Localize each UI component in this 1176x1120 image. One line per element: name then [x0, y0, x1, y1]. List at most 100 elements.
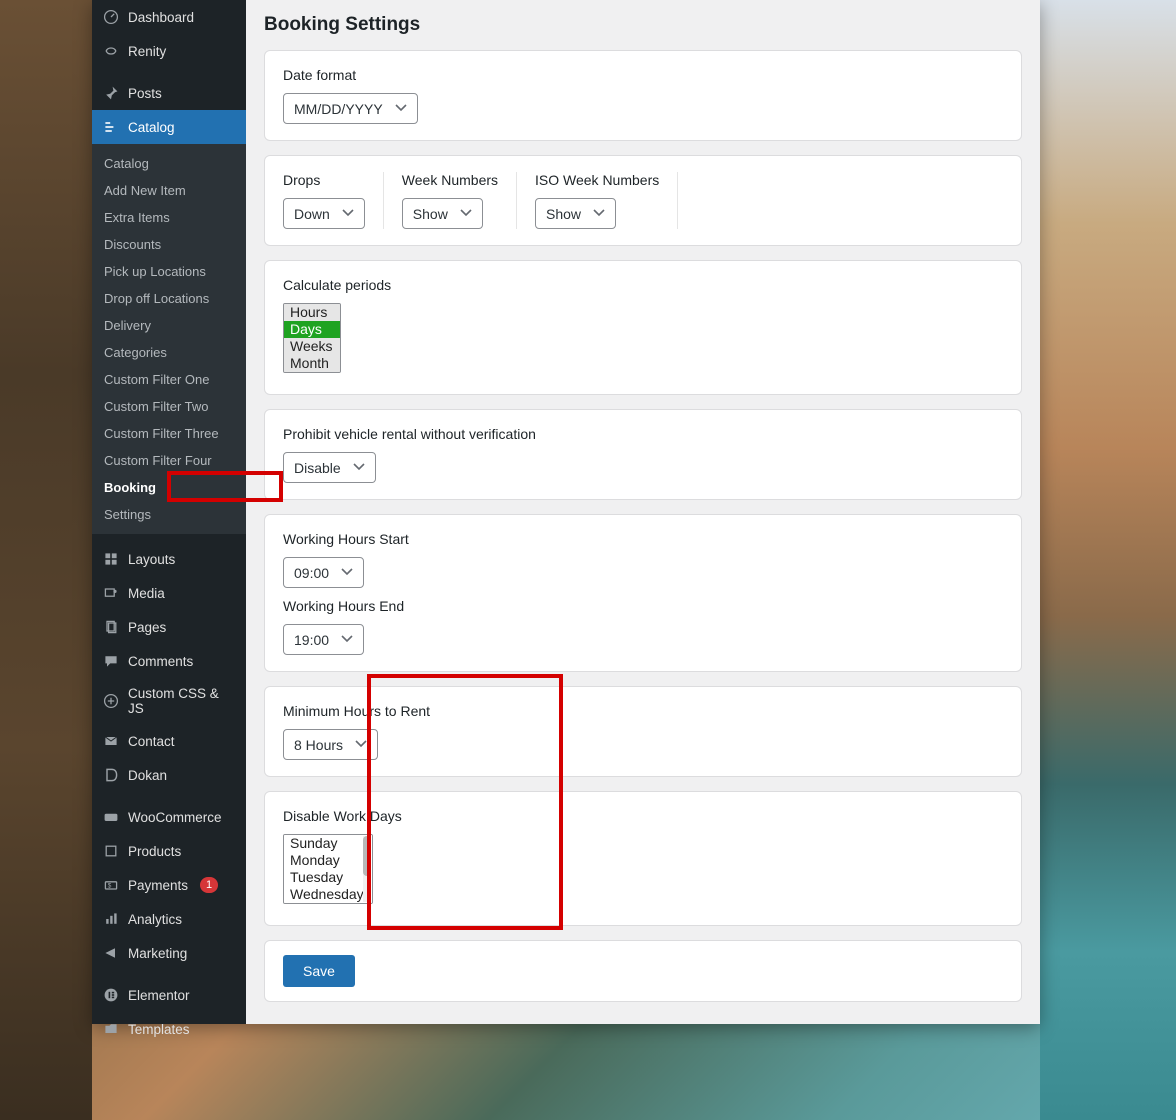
card-disable-days: Disable Work Days SundayMondayTuesdayWed… — [264, 791, 1022, 926]
sidebar-subitem-settings[interactable]: Settings — [92, 501, 246, 528]
scrollbar[interactable] — [363, 836, 371, 902]
sidebar-item-payments[interactable]: $Payments1 — [92, 868, 246, 902]
select-date-format[interactable]: MM/DD/YYYY — [283, 93, 418, 124]
sidebar-subitem-custom-filter-three[interactable]: Custom Filter Three — [92, 420, 246, 447]
select-week-numbers[interactable]: Show — [402, 198, 483, 229]
pages-icon — [102, 618, 120, 636]
sidebar-item-catalog[interactable]: Catalog — [92, 110, 246, 144]
sidebar-item-marketing[interactable]: Marketing — [92, 936, 246, 970]
select-iso-week-numbers[interactable]: Show — [535, 198, 616, 229]
card-week-options: Drops Down Week Numbers Show ISO Week Nu… — [264, 155, 1022, 246]
sidebar-item-label: Dashboard — [128, 10, 194, 25]
sidebar-item-label: Comments — [128, 654, 193, 669]
label-iso-week-numbers: ISO Week Numbers — [535, 172, 659, 188]
sidebar-subitem-discounts[interactable]: Discounts — [92, 231, 246, 258]
sidebar-item-label: Renity — [128, 44, 166, 59]
day-option-tuesday[interactable]: Tuesday — [284, 869, 372, 886]
select-hours-end[interactable]: 19:00 — [283, 624, 364, 655]
sidebar-item-label: Media — [128, 586, 165, 601]
sidebar-item-posts[interactable]: Posts — [92, 76, 246, 110]
period-option-days[interactable]: Days — [284, 321, 340, 338]
sidebar-item-label: Contact — [128, 734, 175, 749]
select-min-hours[interactable]: 8 Hours — [283, 729, 378, 760]
sidebar-item-analytics[interactable]: Analytics — [92, 902, 246, 936]
period-option-month[interactable]: Month — [284, 355, 340, 372]
chevron-down-icon — [351, 458, 367, 477]
sidebar-item-elementor[interactable]: Elementor — [92, 978, 246, 1012]
day-option-wednesday[interactable]: Wednesday — [284, 886, 372, 903]
chevron-down-icon — [591, 204, 607, 223]
analytics-icon — [102, 910, 120, 928]
chevron-down-icon — [458, 204, 474, 223]
templates-icon — [102, 1020, 120, 1038]
card-prohibit-verification: Prohibit vehicle rental without verifica… — [264, 409, 1022, 500]
sidebar-subitem-drop-off-locations[interactable]: Drop off Locations — [92, 285, 246, 312]
card-date-format: Date format MM/DD/YYYY — [264, 50, 1022, 141]
sidebar-subitem-delivery[interactable]: Delivery — [92, 312, 246, 339]
sidebar-item-custom-css-js[interactable]: Custom CSS & JS — [92, 678, 246, 724]
period-option-weeks[interactable]: Weeks — [284, 338, 340, 355]
content-area: Booking Settings Date format MM/DD/YYYY … — [246, 0, 1040, 1024]
select-value: Show — [546, 206, 581, 222]
sidebar-subitem-custom-filter-two[interactable]: Custom Filter Two — [92, 393, 246, 420]
select-value: Disable — [294, 460, 341, 476]
sidebar-item-media[interactable]: Media — [92, 576, 246, 610]
listbox-disable-days[interactable]: SundayMondayTuesdayWednesday — [283, 834, 373, 904]
chevron-down-icon — [353, 735, 369, 754]
day-option-sunday[interactable]: Sunday — [284, 835, 372, 852]
catalog-icon — [102, 118, 120, 136]
sidebar-subitem-custom-filter-four[interactable]: Custom Filter Four — [92, 447, 246, 474]
sidebar-subitem-booking[interactable]: Booking — [92, 474, 246, 501]
label-min-hours: Minimum Hours to Rent — [283, 703, 1003, 719]
sidebar-item-label: WooCommerce — [128, 810, 222, 825]
listbox-calculate-periods[interactable]: HoursDaysWeeksMonth — [283, 303, 341, 373]
sidebar-item-comments[interactable]: Comments — [92, 644, 246, 678]
sidebar-subitem-categories[interactable]: Categories — [92, 339, 246, 366]
sidebar-item-label: Posts — [128, 86, 162, 101]
select-hours-start[interactable]: 09:00 — [283, 557, 364, 588]
select-prohibit[interactable]: Disable — [283, 452, 376, 483]
label-calculate-periods: Calculate periods — [283, 277, 1003, 293]
save-button[interactable]: Save — [283, 955, 355, 987]
sidebar-item-products[interactable]: Products — [92, 834, 246, 868]
sidebar-item-renity[interactable]: Renity — [92, 34, 246, 68]
chevron-down-icon — [339, 563, 355, 582]
select-value: Down — [294, 206, 330, 222]
sidebar-item-layouts[interactable]: Layouts — [92, 542, 246, 576]
select-value: Show — [413, 206, 448, 222]
sidebar-subitem-add-new-item[interactable]: Add New Item — [92, 177, 246, 204]
sidebar-subitem-extra-items[interactable]: Extra Items — [92, 204, 246, 231]
select-drops[interactable]: Down — [283, 198, 365, 229]
sidebar-item-label: Payments — [128, 878, 188, 893]
sidebar-item-label: Products — [128, 844, 181, 859]
sidebar-item-dashboard[interactable]: Dashboard — [92, 0, 246, 34]
sidebar-item-woocommerce[interactable]: WooCommerce — [92, 800, 246, 834]
sidebar-item-label: Dokan — [128, 768, 167, 783]
label-hours-start: Working Hours Start — [283, 531, 1003, 547]
scrollbar-thumb[interactable] — [363, 836, 371, 876]
chevron-down-icon — [339, 630, 355, 649]
sidebar-item-dokan[interactable]: Dokan — [92, 758, 246, 792]
sidebar-item-templates[interactable]: Templates — [92, 1012, 246, 1046]
select-value: 19:00 — [294, 632, 329, 648]
label-prohibit: Prohibit vehicle rental without verifica… — [283, 426, 1003, 442]
marketing-icon — [102, 944, 120, 962]
sidebar-item-contact[interactable]: Contact — [92, 724, 246, 758]
chevron-down-icon — [393, 99, 409, 118]
period-option-hours[interactable]: Hours — [284, 304, 340, 321]
sidebar-item-label: Analytics — [128, 912, 182, 927]
dashboard-icon — [102, 8, 120, 26]
products-icon — [102, 842, 120, 860]
admin-window: DashboardRenityPostsCatalogCatalogAdd Ne… — [92, 0, 1040, 1024]
day-option-monday[interactable]: Monday — [284, 852, 372, 869]
sidebar-item-pages[interactable]: Pages — [92, 610, 246, 644]
comments-icon — [102, 652, 120, 670]
sidebar-subitem-custom-filter-one[interactable]: Custom Filter One — [92, 366, 246, 393]
plus-circle-icon — [102, 692, 120, 710]
sidebar-item-label: Marketing — [128, 946, 187, 961]
card-calculate-periods: Calculate periods HoursDaysWeeksMonth — [264, 260, 1022, 395]
chevron-down-icon — [340, 204, 356, 223]
sidebar-subitem-pick-up-locations[interactable]: Pick up Locations — [92, 258, 246, 285]
sidebar-subitem-catalog[interactable]: Catalog — [92, 150, 246, 177]
label-drops: Drops — [283, 172, 365, 188]
